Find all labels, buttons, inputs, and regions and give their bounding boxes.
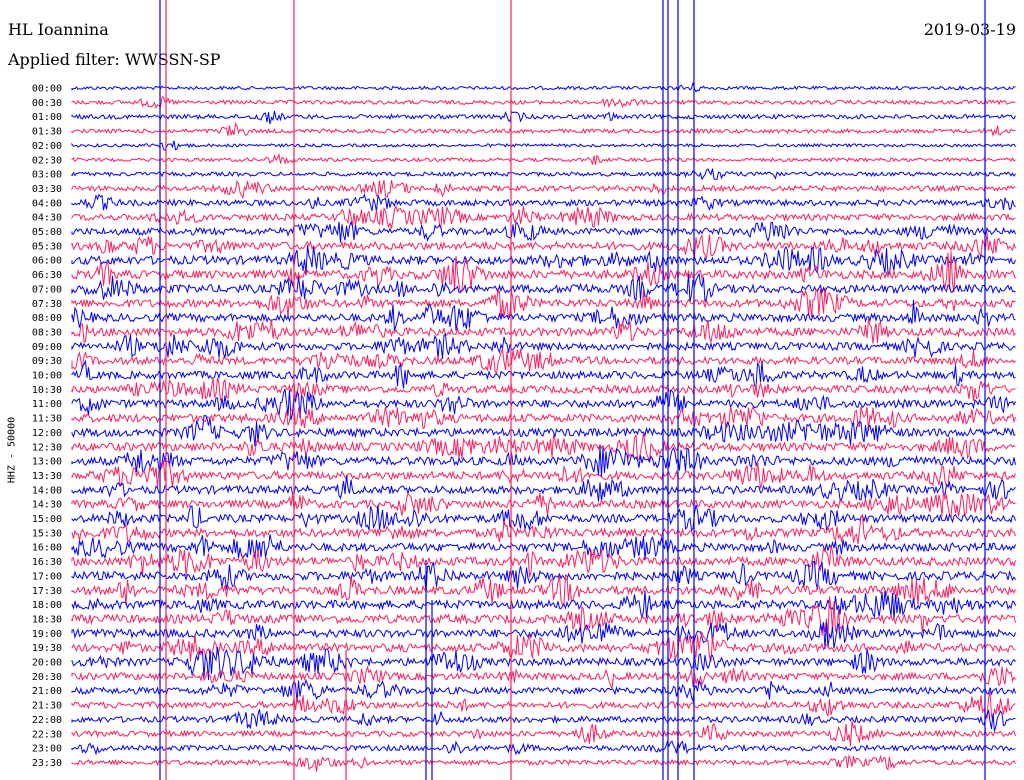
trace-line <box>71 721 1016 747</box>
trace-line <box>71 110 1016 125</box>
trace-line <box>71 318 1016 344</box>
tick-label: 10:00 <box>32 371 62 382</box>
tick-label: 19:00 <box>32 629 62 640</box>
trace-line <box>71 232 1016 260</box>
trace-line <box>71 220 1016 243</box>
tick-label: 09:30 <box>32 356 62 367</box>
tick-label: 00:00 <box>32 84 62 95</box>
tick-label: 02:30 <box>32 155 62 166</box>
tick-label: 01:30 <box>32 127 62 138</box>
trace-line <box>71 193 1016 212</box>
tick-label: 16:30 <box>32 557 62 568</box>
tick-label: 21:30 <box>32 701 62 712</box>
tick-label: 15:00 <box>32 514 62 525</box>
trace-line <box>71 504 1016 532</box>
tick-label: 13:30 <box>32 471 62 482</box>
trace-line <box>71 405 1016 431</box>
trace-line <box>71 709 1016 732</box>
trace-line <box>71 631 1016 662</box>
tick-label: 20:00 <box>32 658 62 669</box>
trace-line <box>71 140 1016 151</box>
trace-group <box>71 82 1016 772</box>
tick-label: 05:00 <box>32 227 62 238</box>
tick-label: 22:00 <box>32 715 62 726</box>
tick-label: 23:00 <box>32 744 62 755</box>
tick-label: 15:30 <box>32 528 62 539</box>
tick-label: 04:30 <box>32 213 62 224</box>
tick-label: 06:30 <box>32 270 62 281</box>
tick-label: 23:30 <box>32 758 62 769</box>
tick-label: 06:00 <box>32 256 62 267</box>
trace-line <box>71 754 1016 772</box>
tick-label: 03:30 <box>32 184 62 195</box>
tick-label: 20:30 <box>32 672 62 683</box>
tick-label: 05:30 <box>32 241 62 252</box>
tick-label: 18:30 <box>32 614 62 625</box>
tick-label: 08:00 <box>32 313 62 324</box>
tick-label: 22:30 <box>32 729 62 740</box>
tick-label: 01:00 <box>32 112 62 123</box>
tick-label: 04:00 <box>32 198 62 209</box>
tick-label: 13:00 <box>32 457 62 468</box>
trace-line <box>71 446 1016 477</box>
tick-label: 16:00 <box>32 543 62 554</box>
trace-line <box>71 96 1016 110</box>
trace-line <box>71 272 1016 303</box>
tick-label: 03:00 <box>32 170 62 181</box>
trace-line <box>71 678 1016 703</box>
tick-label: 08:30 <box>32 327 62 338</box>
tick-label: 14:00 <box>32 485 62 496</box>
tick-label: 17:00 <box>32 571 62 582</box>
seismogram-plot: 00:00 00:30 01:00 01:30 02:00 02:30 03:00 03:30… <box>32 0 1016 780</box>
trace-line <box>71 122 1016 138</box>
tick-label: 07:30 <box>32 299 62 310</box>
tick-label: 11:30 <box>32 414 62 425</box>
tick-label: 09:00 <box>32 342 62 353</box>
tick-label: 02:00 <box>32 141 62 152</box>
tick-label: 21:00 <box>32 686 62 697</box>
trace-line <box>71 347 1016 375</box>
tick-label-group: 00:00 00:30 01:00 01:30 02:00 02:30 03:00 03:30… <box>32 84 62 769</box>
tick-label: 19:30 <box>32 643 62 654</box>
trace-line <box>71 691 1016 721</box>
tick-label: 12:00 <box>32 428 62 439</box>
trace-line <box>71 534 1016 561</box>
tick-label: 14:30 <box>32 500 62 511</box>
trace-line <box>71 179 1016 200</box>
tick-label: 18:00 <box>32 600 62 611</box>
tick-label: 10:30 <box>32 385 62 396</box>
trace-line <box>71 168 1016 181</box>
tick-label: 12:30 <box>32 442 62 453</box>
trace-line <box>71 739 1016 756</box>
trace-line <box>71 153 1016 165</box>
tick-label: 17:30 <box>32 586 62 597</box>
trace-line <box>71 82 1016 93</box>
tick-label: 07:00 <box>32 284 62 295</box>
tick-label: 11:00 <box>32 399 62 410</box>
trace-line <box>71 490 1016 518</box>
tick-label: 00:30 <box>32 98 62 109</box>
trace-line <box>71 377 1016 402</box>
trace-line <box>71 205 1016 229</box>
